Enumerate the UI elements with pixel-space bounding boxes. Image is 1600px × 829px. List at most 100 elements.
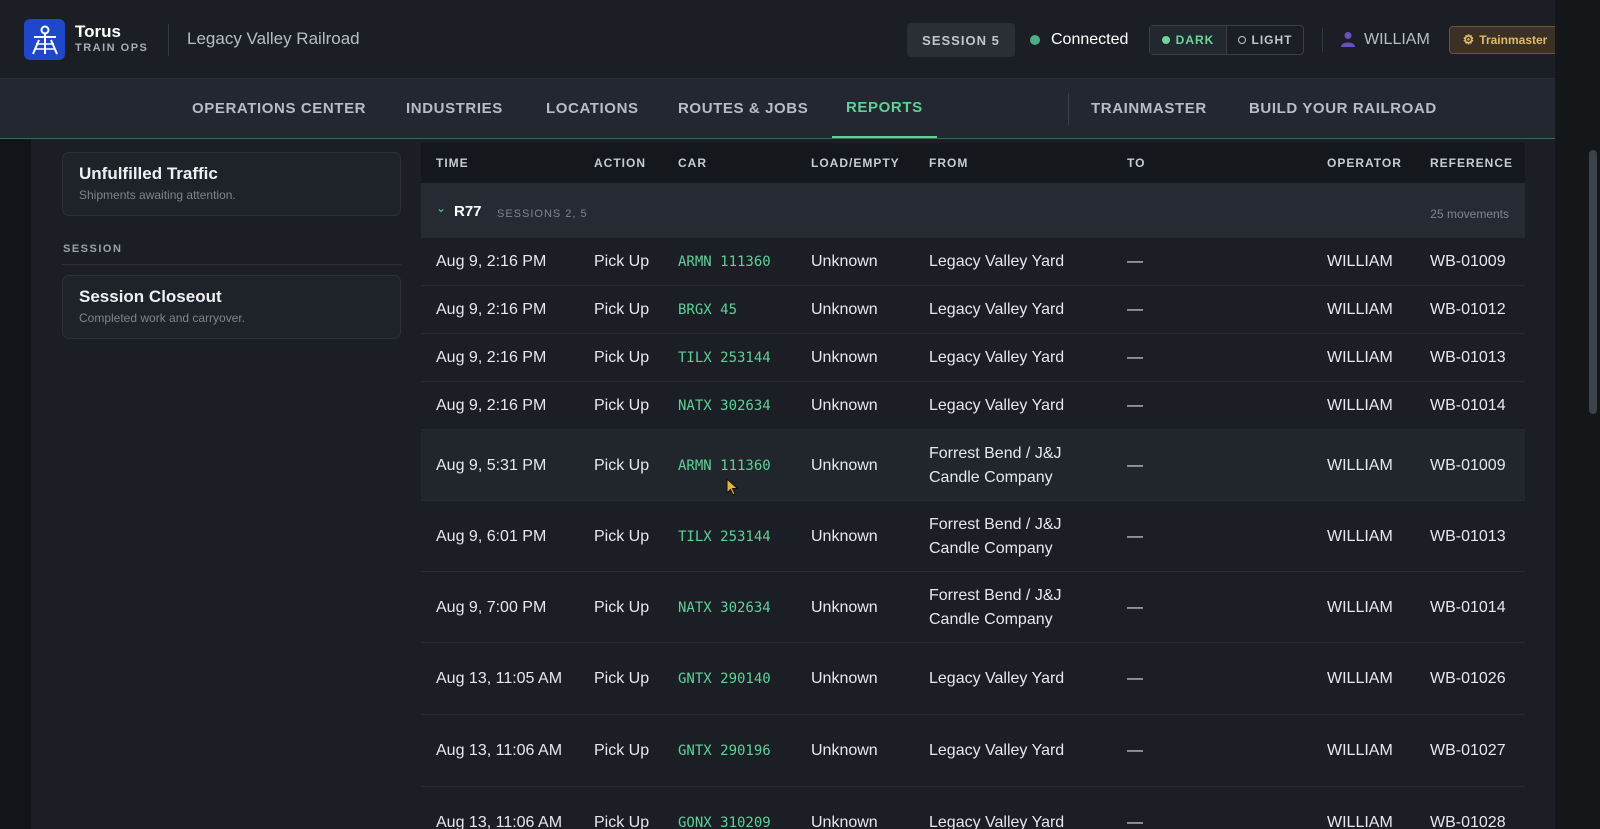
column-header-to[interactable]: TO [1127, 156, 1145, 170]
cell-time: Aug 9, 6:01 PM [436, 528, 547, 545]
table-row[interactable]: Aug 13, 11:06 AM Pick Up GONX 310209 Unknow… [421, 787, 1525, 829]
column-header-action[interactable]: ACTION [594, 156, 646, 170]
cell-from: Forrest Bend / J&J Candle Company [929, 587, 1062, 628]
card-subtitle: Shipments awaiting attention. [79, 188, 236, 202]
group-name: R77 [454, 203, 482, 220]
car-link[interactable]: NATX 302634 [678, 596, 808, 620]
cell-operator: WILLIAM [1327, 349, 1393, 366]
movements-table: TIME ACTION CAR LOAD/EMPTY FROM TO OPERA… [421, 143, 1525, 829]
cell-time: Aug 13, 11:06 AM [436, 814, 563, 829]
nav-reports[interactable]: REPORTS [832, 79, 937, 138]
card-title: Session Closeout [79, 287, 222, 306]
cell-to: — [1127, 253, 1143, 270]
cell-reference: WB-01014 [1430, 397, 1506, 414]
nav-trainmaster[interactable]: TRAINMASTER [1091, 79, 1207, 138]
column-header-reference[interactable]: REFERENCE [1430, 156, 1513, 170]
user-name[interactable]: WILLIAM [1364, 31, 1430, 49]
nav-operations-center[interactable]: OPERATIONS CENTER [192, 79, 366, 138]
section-label: SESSION [63, 243, 123, 255]
nav-build-your-railroad[interactable]: BUILD YOUR RAILROAD [1249, 79, 1437, 138]
cell-reference: WB-01026 [1430, 670, 1506, 687]
column-header-load-empty[interactable]: LOAD/EMPTY [811, 156, 900, 170]
car-link[interactable]: GNTX 290140 [678, 667, 808, 691]
column-header-from[interactable]: FROM [929, 156, 968, 170]
car-link[interactable]: ARMN 111360 [678, 454, 808, 478]
main-nav: OPERATIONS CENTER INDUSTRIES LOCATIONS R… [0, 79, 1568, 139]
cell-reference: WB-01013 [1430, 528, 1506, 545]
cell-reference: WB-01013 [1430, 349, 1506, 366]
dark-theme-button[interactable]: DARK [1150, 26, 1227, 54]
scrollbar[interactable] [1589, 150, 1597, 414]
header-divider [168, 24, 169, 56]
column-header-operator[interactable]: OPERATOR [1327, 156, 1402, 170]
light-theme-label: LIGHT [1251, 33, 1293, 47]
cell-operator: WILLIAM [1327, 457, 1393, 474]
cell-action: Pick Up [594, 349, 650, 366]
report-card-session-closeout[interactable]: Session Closeout Completed work and carr… [62, 275, 401, 339]
brand-name: Torus [75, 22, 121, 41]
car-link[interactable]: ARMN 111360 [678, 250, 808, 274]
role-badge[interactable]: ⚙ Trainmaster [1449, 26, 1561, 54]
cell-from: Legacy Valley Yard [929, 349, 1065, 366]
table-row[interactable]: Aug 9, 2:16 PM Pick Up NATX 302634 Unknown L… [421, 382, 1525, 430]
brand-subtitle: TRAIN OPS [75, 42, 149, 54]
report-card-unfulfilled-traffic[interactable]: Unfulfilled Traffic Shipments awaiting a… [62, 152, 401, 216]
nav-industries[interactable]: INDUSTRIES [406, 79, 503, 138]
table-row[interactable]: Aug 13, 11:05 AM Pick Up GNTX 290140 Unknow… [421, 643, 1525, 715]
card-title: Unfulfilled Traffic [79, 164, 218, 183]
group-header-r77[interactable]: ⌄ R77 SESSIONS 2, 5 25 movements [421, 183, 1525, 238]
cell-load-empty: Unknown [811, 457, 878, 474]
cell-to: — [1127, 301, 1143, 318]
cell-action: Pick Up [594, 814, 650, 829]
table-header: TIME ACTION CAR LOAD/EMPTY FROM TO OPERA… [421, 143, 1525, 183]
cell-reference: WB-01009 [1430, 253, 1506, 270]
table-row[interactable]: Aug 9, 5:31 PM Pick Up ARMN 111360 Unknown F… [421, 430, 1525, 501]
chevron-down-icon[interactable]: ⌄ [436, 201, 446, 215]
table-row[interactable]: Aug 13, 11:06 AM Pick Up GNTX 290196 Unknow… [421, 715, 1525, 787]
dark-theme-label: DARK [1175, 33, 1215, 47]
nav-locations[interactable]: LOCATIONS [546, 79, 639, 138]
cell-to: — [1127, 599, 1143, 616]
cell-load-empty: Unknown [811, 599, 878, 616]
cell-action: Pick Up [594, 457, 650, 474]
cell-operator: WILLIAM [1327, 397, 1393, 414]
cell-from: Legacy Valley Yard [929, 670, 1065, 687]
light-theme-button[interactable]: LIGHT [1227, 26, 1303, 54]
table-row[interactable]: Aug 9, 2:16 PM Pick Up TILX 253144 Unknown L… [421, 334, 1525, 382]
railroad-logo-icon[interactable] [24, 19, 65, 60]
car-link[interactable]: TILX 253144 [678, 346, 808, 370]
group-sessions: SESSIONS 2, 5 [497, 208, 588, 220]
car-link[interactable]: GONX 310209 [678, 811, 808, 829]
card-subtitle: Completed work and carryover. [79, 311, 246, 325]
radio-filled-icon [1161, 36, 1170, 44]
cell-action: Pick Up [594, 742, 650, 759]
cell-operator: WILLIAM [1327, 528, 1393, 545]
table-row[interactable]: Aug 9, 2:16 PM Pick Up BRGX 45 Unknown Legac… [421, 286, 1525, 334]
window-gutter [1555, 0, 1600, 829]
role-label: Trainmaster [1479, 33, 1548, 47]
cell-time: Aug 9, 2:16 PM [436, 397, 547, 414]
cell-time: Aug 9, 2:16 PM [436, 349, 547, 366]
column-header-car[interactable]: CAR [678, 156, 707, 170]
table-row[interactable]: Aug 9, 7:00 PM Pick Up NATX 302634 Unknown F… [421, 572, 1525, 643]
car-link[interactable]: NATX 302634 [678, 394, 808, 418]
car-link[interactable]: BRGX 45 [678, 298, 808, 322]
cell-operator: WILLIAM [1327, 670, 1393, 687]
cell-operator: WILLIAM [1327, 814, 1393, 829]
car-link[interactable]: GNTX 290196 [678, 739, 808, 763]
radio-empty-icon [1237, 36, 1246, 44]
table-row[interactable]: Aug 9, 2:16 PM Pick Up ARMN 111360 Unknown L… [421, 238, 1525, 286]
cell-load-empty: Unknown [811, 253, 878, 270]
cell-action: Pick Up [594, 397, 650, 414]
table-body: Aug 9, 2:16 PM Pick Up ARMN 111360 Unknown L… [421, 238, 1525, 829]
session-badge[interactable]: SESSION 5 [907, 23, 1015, 57]
table-row[interactable]: Aug 9, 6:01 PM Pick Up TILX 253144 Unknown F… [421, 501, 1525, 572]
cell-time: Aug 13, 11:06 AM [436, 742, 563, 759]
cell-reference: WB-01014 [1430, 599, 1506, 616]
nav-routes-jobs[interactable]: ROUTES & JOBS [678, 79, 808, 138]
column-header-time[interactable]: TIME [436, 156, 469, 170]
car-link[interactable]: TILX 253144 [678, 525, 808, 549]
group-count: 25 movements [1430, 207, 1509, 221]
cell-load-empty: Unknown [811, 742, 878, 759]
cell-to: — [1127, 670, 1143, 687]
